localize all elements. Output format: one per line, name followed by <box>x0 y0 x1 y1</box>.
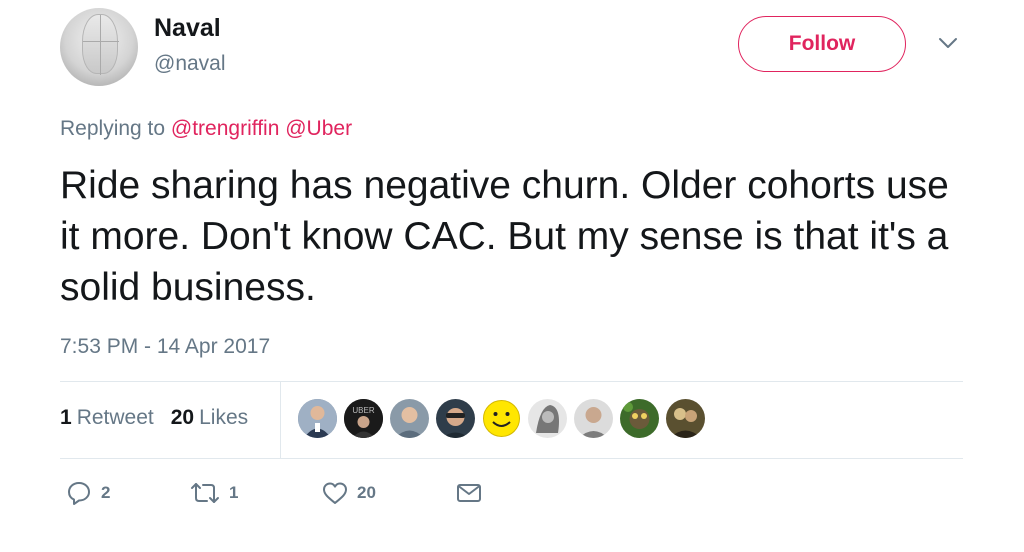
liker-avatar[interactable] <box>620 399 659 438</box>
divider <box>60 458 963 459</box>
liker-avatar[interactable] <box>528 399 567 438</box>
retweet-icon <box>191 483 219 503</box>
reply-count: 2 <box>101 483 111 502</box>
follow-button[interactable]: Follow <box>738 16 906 72</box>
svg-text:UBER: UBER <box>352 406 374 415</box>
stats-divider <box>280 382 281 458</box>
likes-label: Likes <box>199 406 249 429</box>
avatar[interactable] <box>60 8 138 86</box>
message-action[interactable] <box>456 482 482 504</box>
liker-avatar[interactable] <box>482 399 521 438</box>
likes-stat[interactable]: 20 Likes <box>171 406 248 430</box>
timestamp[interactable]: 7:53 PM - 14 Apr 2017 <box>60 335 270 359</box>
like-action[interactable]: 20 <box>322 481 456 505</box>
like-count: 20 <box>357 483 376 502</box>
liker-avatar[interactable] <box>436 399 475 438</box>
like-icon <box>323 482 347 504</box>
reply-action[interactable]: 2 <box>66 480 190 506</box>
mention-link[interactable]: @Uber <box>285 117 352 140</box>
retweets-stat[interactable]: 1 Retweet <box>60 406 154 430</box>
liker-avatar[interactable]: UBER <box>344 399 383 438</box>
liker-avatar[interactable] <box>298 399 337 438</box>
likers-avatars: UBER <box>298 399 705 438</box>
engagement-stats: 1 Retweet 20 Likes <box>60 406 248 430</box>
chevron-down-icon[interactable] <box>938 36 958 50</box>
reply-prefix: Replying to <box>60 117 166 140</box>
mention-link[interactable]: @trengriffin <box>171 117 279 140</box>
liker-avatar[interactable] <box>666 399 705 438</box>
avatar-face <box>82 14 119 75</box>
retweets-count: 1 <box>60 406 72 429</box>
divider <box>60 381 963 382</box>
retweets-label: Retweet <box>76 406 154 429</box>
reply-context: Replying to @trengriffin @Uber <box>60 117 352 141</box>
likes-count: 20 <box>170 406 195 429</box>
display-name[interactable]: Naval <box>154 14 221 43</box>
liker-avatar[interactable] <box>574 399 613 438</box>
retweet-action[interactable]: 1 <box>190 481 322 505</box>
user-handle[interactable]: @naval <box>154 52 226 76</box>
liker-avatar[interactable] <box>390 399 429 438</box>
reply-icon <box>68 482 90 505</box>
retweet-count: 1 <box>229 483 239 502</box>
tweet-actions: 2 1 20 <box>66 480 482 506</box>
tweet-text: Ride sharing has negative churn. Older c… <box>60 164 949 309</box>
message-icon <box>457 484 481 502</box>
